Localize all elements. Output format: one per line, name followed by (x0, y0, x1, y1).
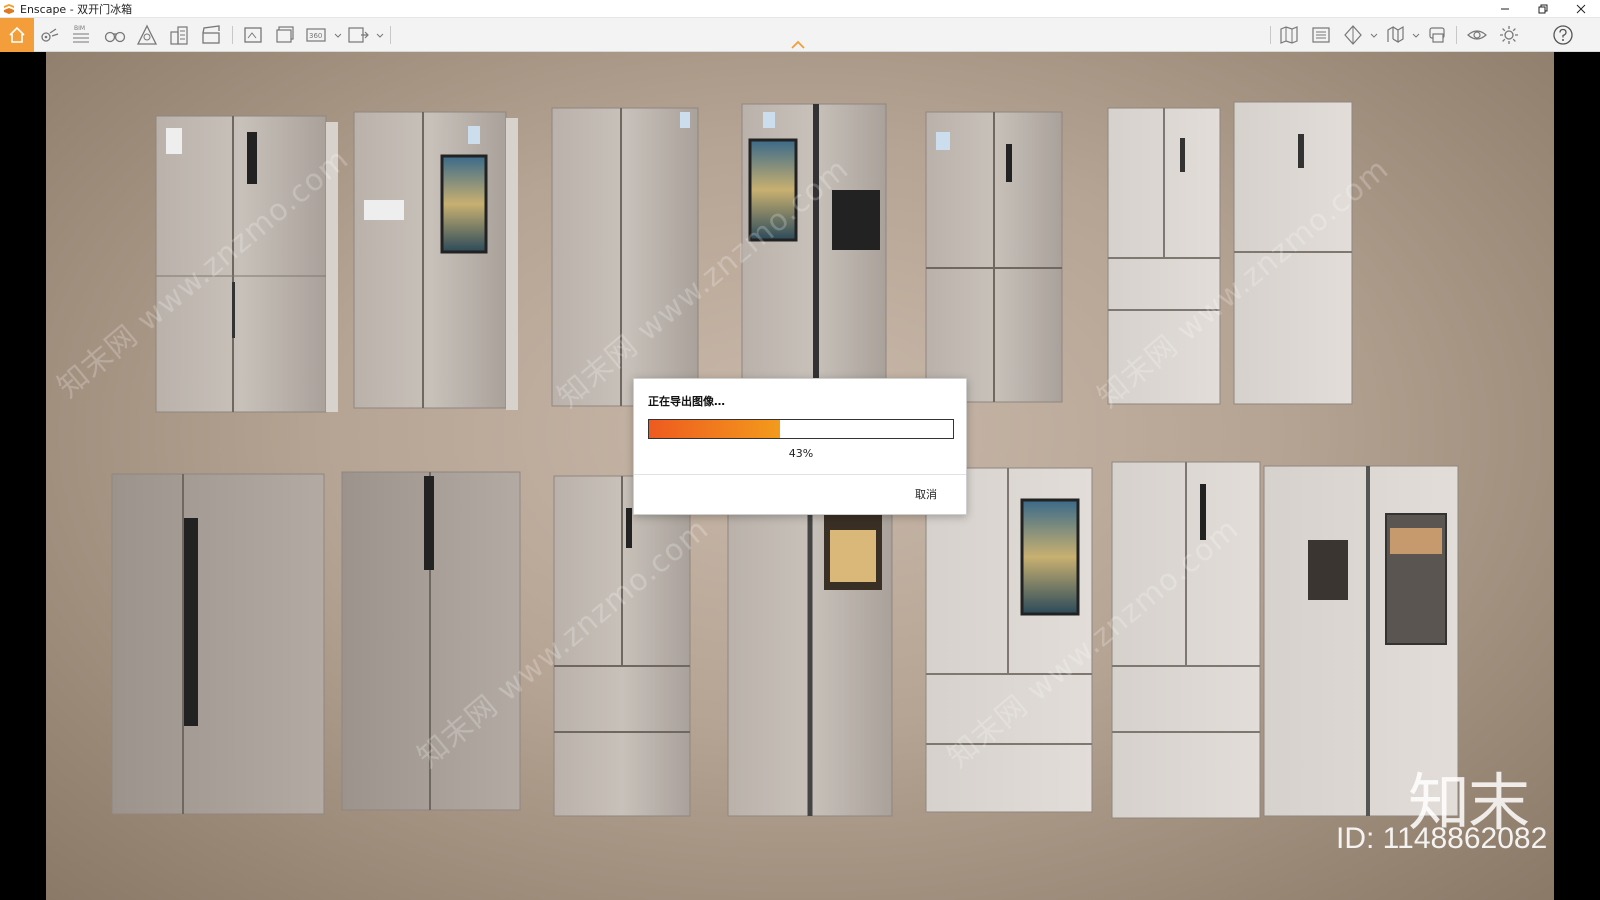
section-icon (1344, 25, 1362, 45)
svg-text:BIM: BIM (74, 25, 85, 32)
window-title: Enscape - 双开门冰箱 (20, 2, 133, 16)
layers-button[interactable] (1422, 20, 1452, 50)
map-button[interactable] (1274, 20, 1304, 50)
screenshot-icon (244, 27, 262, 43)
fridge-row-bottom (111, 461, 1459, 819)
help-icon (1553, 25, 1573, 45)
minimize-button[interactable] (1486, 0, 1524, 18)
cancel-button[interactable]: 取消 (896, 483, 956, 505)
collapse-toolbar-chevron-icon[interactable] (790, 40, 806, 50)
asset-icon (136, 24, 158, 45)
chevron-down-icon[interactable] (376, 30, 384, 40)
screenshot-button[interactable] (238, 20, 268, 50)
panorama-button[interactable]: 360 (302, 20, 332, 50)
toolbar-separator (232, 26, 233, 44)
dialog-title: 正在导出图像… (648, 395, 725, 408)
viewport-letterbox-left (0, 52, 46, 900)
home-button[interactable] (0, 18, 34, 52)
home-icon (9, 26, 25, 43)
sun-button[interactable] (1380, 20, 1410, 50)
minimize-icon (1501, 8, 1509, 10)
dialog-divider (634, 474, 966, 475)
batch-render-icon (276, 26, 294, 43)
batch-render-button[interactable] (270, 20, 300, 50)
settings-button[interactable] (1494, 20, 1524, 50)
views-icon (41, 28, 59, 42)
sun-icon (1387, 25, 1404, 44)
eye-icon (1467, 30, 1487, 40)
clapperboard-icon (202, 25, 220, 44)
settings-panel-button[interactable] (1306, 20, 1336, 50)
panorama-360-icon: 360 (306, 28, 326, 42)
map-icon (1280, 26, 1298, 44)
asset-library-button[interactable] (132, 20, 162, 50)
bim-button[interactable]: BIM (66, 20, 96, 50)
toolbar-separator (1270, 26, 1271, 44)
close-icon (1576, 4, 1586, 14)
toolbar-separator (390, 26, 391, 44)
binoculars-icon (104, 31, 126, 43)
bim-icon: BIM (73, 25, 89, 43)
export-exe-button[interactable] (344, 20, 374, 50)
progress-bar (648, 419, 954, 439)
viewport-letterbox-right (1554, 52, 1600, 900)
restore-icon (1538, 4, 1548, 14)
close-button[interactable] (1562, 0, 1600, 18)
progress-percent-label: 43% (788, 447, 814, 460)
views-button[interactable] (34, 20, 64, 50)
window-controls (1486, 0, 1600, 18)
restore-button[interactable] (1524, 0, 1562, 18)
clapperboard-button[interactable] (196, 20, 226, 50)
gear-icon (1500, 26, 1518, 44)
settings-panel-icon (1312, 27, 1330, 43)
visibility-button[interactable] (1462, 20, 1492, 50)
binoculars-button[interactable] (100, 20, 130, 50)
export-exe-icon (348, 27, 369, 43)
chevron-down-icon[interactable] (1370, 30, 1378, 40)
watermark-id: ID: 1148862082 (1336, 822, 1548, 855)
svg-text:360: 360 (309, 32, 322, 40)
help-button[interactable] (1548, 20, 1578, 50)
chevron-down-icon[interactable] (1412, 30, 1420, 40)
buildings-button[interactable] (164, 20, 194, 50)
progress-bar-fill (649, 420, 780, 438)
buildings-icon (170, 26, 188, 45)
enscape-logo-icon (4, 3, 14, 14)
chevron-down-icon[interactable] (334, 30, 342, 40)
section-button[interactable] (1338, 20, 1368, 50)
title-bar: Enscape - 双开门冰箱 (0, 0, 1600, 18)
export-progress-dialog: 正在导出图像… 43% 取消 (633, 378, 967, 515)
layers-icon (1429, 27, 1445, 43)
toolbar-separator (1456, 26, 1457, 44)
